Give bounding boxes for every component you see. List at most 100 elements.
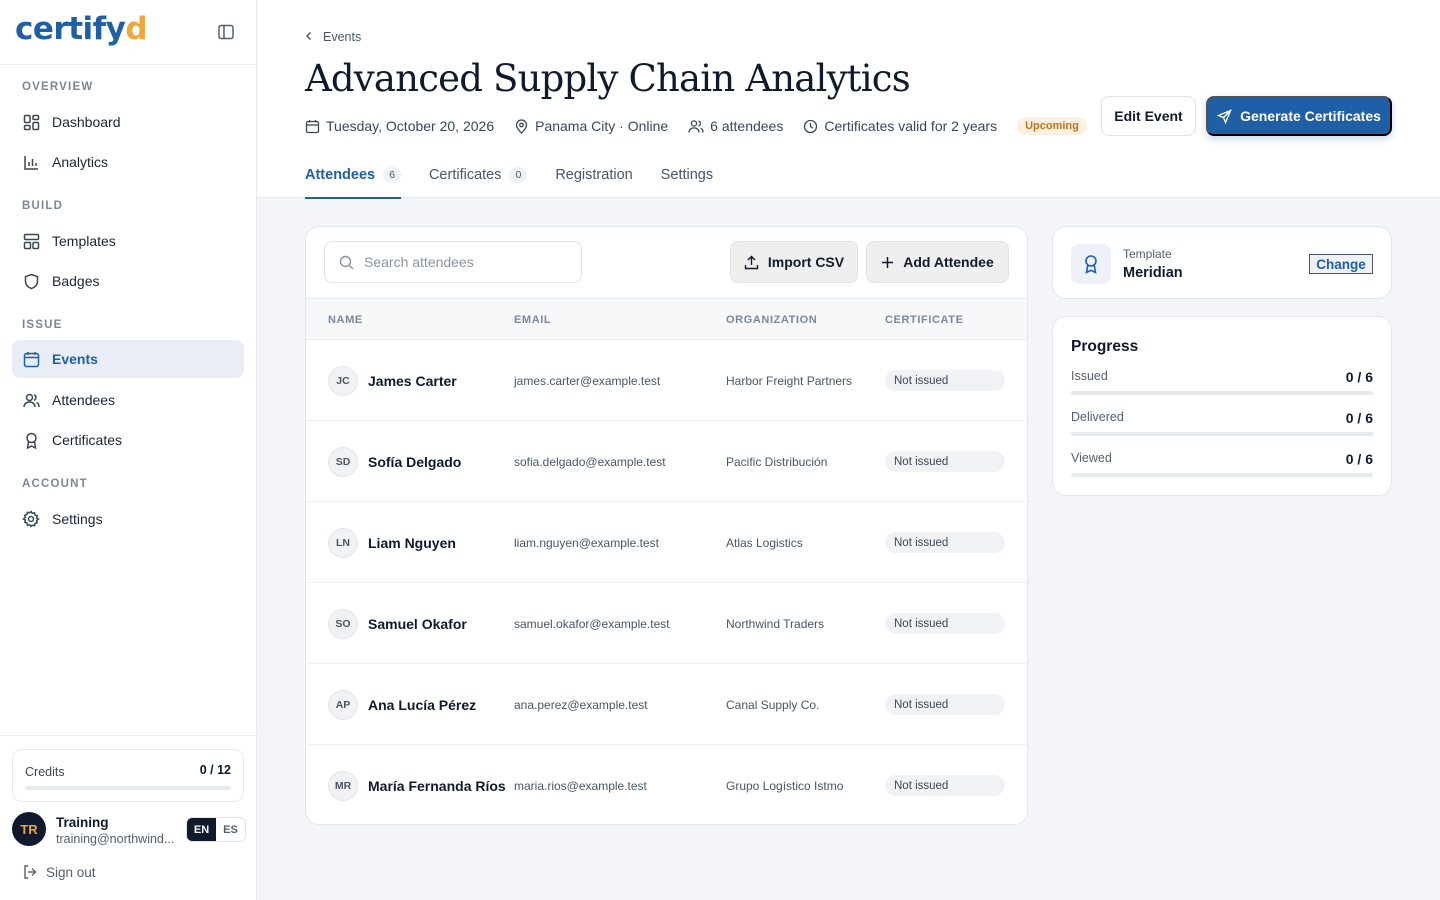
table-row[interactable]: SO Samuel Okafor samuel.okafor@example.t… bbox=[306, 583, 1027, 664]
certificate-status-badge: Not issued bbox=[885, 370, 1005, 391]
lang-es-button[interactable]: ES bbox=[216, 818, 245, 841]
tab-attendees[interactable]: Attendees 6 bbox=[305, 165, 401, 199]
template-card: Template Meridian Change bbox=[1052, 226, 1392, 299]
map-pin-icon bbox=[515, 118, 528, 134]
column-email[interactable]: EMAIL bbox=[514, 314, 551, 326]
sidebar-item-settings[interactable]: Settings bbox=[12, 500, 244, 538]
event-location-text: Panama City · Online bbox=[535, 118, 669, 134]
lang-en-button[interactable]: EN bbox=[187, 818, 216, 841]
search-input[interactable] bbox=[364, 254, 564, 270]
progress-label: Viewed bbox=[1071, 451, 1112, 465]
users-icon bbox=[688, 119, 704, 133]
sidebar-item-certificates[interactable]: Certificates bbox=[12, 421, 244, 459]
table-header: NAME EMAIL ORGANIZATION CERTIFICATE bbox=[306, 298, 1027, 340]
certificate-status-badge: Not issued bbox=[885, 694, 1005, 715]
attendee-name: James Carter bbox=[368, 373, 457, 389]
table-row[interactable]: MR María Fernanda Ríos maria.rios@exampl… bbox=[306, 745, 1027, 824]
column-name[interactable]: NAME bbox=[328, 314, 363, 326]
certificate-status-badge: Not issued bbox=[885, 613, 1005, 634]
breadcrumb-label: Events bbox=[323, 30, 362, 44]
analytics-icon bbox=[22, 153, 40, 171]
chevron-left-icon bbox=[305, 30, 313, 44]
event-attendees: 6 attendees bbox=[688, 118, 783, 134]
attendee-organization: Atlas Logistics bbox=[726, 536, 803, 550]
sidebar-item-label: Attendees bbox=[52, 392, 116, 408]
attendee-name: Samuel Okafor bbox=[368, 616, 467, 632]
sidebar-item-attendees[interactable]: Attendees bbox=[12, 381, 244, 419]
event-location: Panama City · Online bbox=[514, 118, 668, 134]
clock-icon bbox=[804, 119, 818, 133]
sidebar-item-label: Certificates bbox=[52, 432, 123, 448]
tab-settings[interactable]: Settings bbox=[661, 165, 713, 198]
attendee-email: ana.perez@example.test bbox=[514, 698, 648, 712]
sidebar-item-dashboard[interactable]: Dashboard bbox=[12, 103, 244, 141]
progress-bar bbox=[1071, 432, 1373, 436]
progress-label: Delivered bbox=[1071, 410, 1124, 424]
certificate-validity-text: Certificates valid for 2 years bbox=[824, 118, 998, 134]
import-csv-button[interactable]: Import CSV bbox=[730, 241, 858, 283]
tab-count: 6 bbox=[383, 167, 401, 183]
tab-registration[interactable]: Registration bbox=[555, 165, 632, 198]
logo-row: certifyd bbox=[0, 0, 256, 65]
tab-bar: Attendees 6 Certificates 0 Registration Se… bbox=[305, 165, 741, 199]
column-certificate[interactable]: CERTIFICATE bbox=[885, 314, 964, 326]
table-row[interactable]: LN Liam Nguyen liam.nguyen@example.test … bbox=[306, 502, 1027, 583]
status-badge: Upcoming bbox=[1017, 117, 1087, 135]
progress-bar bbox=[1071, 473, 1373, 477]
add-attendee-button[interactable]: Add Attendee bbox=[866, 241, 1009, 283]
table-row[interactable]: SD Sofía Delgado sofia.delgado@example.t… bbox=[306, 421, 1027, 502]
sidebar-toggle-icon[interactable] bbox=[217, 23, 235, 41]
attendee-organization: Canal Supply Co. bbox=[726, 698, 820, 712]
breadcrumb[interactable]: Events bbox=[305, 30, 361, 44]
change-template-button[interactable]: Change bbox=[1309, 254, 1373, 274]
tab-label: Certificates bbox=[428, 167, 502, 183]
credits-label: Credits bbox=[25, 765, 65, 779]
avatar[interactable]: TR bbox=[12, 812, 46, 846]
edit-event-button[interactable]: Edit Event bbox=[1101, 96, 1196, 136]
calendar-icon bbox=[305, 119, 320, 133]
sidebar-item-analytics[interactable]: Analytics bbox=[12, 143, 244, 181]
gear-icon bbox=[22, 510, 40, 528]
table-row[interactable]: AP Ana Lucía Pérez ana.perez@example.tes… bbox=[306, 664, 1027, 745]
template-label: Template bbox=[1123, 247, 1172, 261]
event-attendees-text: 6 attendees bbox=[710, 118, 784, 134]
tab-label: Attendees bbox=[305, 167, 376, 183]
page-title: Advanced Supply Chain Analytics bbox=[305, 57, 911, 100]
progress-value: 0 / 6 bbox=[1345, 410, 1373, 426]
sidebar: certifyd OVERVIEW Dashboard Analytics BU… bbox=[0, 0, 257, 900]
section-issue: ISSUE bbox=[22, 319, 63, 331]
sign-out-link[interactable]: Sign out bbox=[22, 864, 96, 880]
logo[interactable]: certifyd bbox=[15, 11, 148, 47]
sidebar-item-templates[interactable]: Templates bbox=[12, 222, 244, 260]
avatar: SO bbox=[328, 609, 358, 639]
attendee-name: Sofía Delgado bbox=[368, 454, 462, 470]
send-icon bbox=[1217, 108, 1232, 124]
sidebar-item-events[interactable]: Events bbox=[12, 340, 244, 378]
progress-card: Progress Issued 0 / 6 Delivered 0 / 6 Vi… bbox=[1052, 316, 1392, 496]
avatar: JC bbox=[328, 366, 358, 396]
progress-value: 0 / 6 bbox=[1345, 451, 1373, 467]
attendee-email: maria.rios@example.test bbox=[514, 779, 647, 793]
avatar: MR bbox=[328, 771, 358, 801]
attendee-organization: Grupo Logístico Istmo bbox=[726, 779, 844, 793]
sidebar-item-label: Badges bbox=[52, 273, 100, 289]
progress-viewed: Viewed 0 / 6 bbox=[1071, 451, 1373, 481]
templates-icon bbox=[22, 232, 40, 250]
sidebar-item-label: Settings bbox=[52, 511, 103, 527]
avatar: AP bbox=[328, 690, 358, 720]
attendee-email: samuel.okafor@example.test bbox=[514, 617, 670, 631]
sidebar-item-label: Events bbox=[52, 351, 98, 367]
logo-text: certify bbox=[15, 11, 126, 47]
sign-out-label: Sign out bbox=[46, 864, 96, 880]
table-row[interactable]: JC James Carter james.carter@example.tes… bbox=[306, 340, 1027, 421]
upload-icon bbox=[744, 255, 759, 269]
attendee-name: María Fernanda Ríos bbox=[368, 778, 506, 794]
generate-certificates-button[interactable]: Generate Certificates bbox=[1206, 96, 1392, 136]
attendee-name: Ana Lucía Pérez bbox=[368, 697, 477, 713]
sidebar-divider bbox=[0, 735, 257, 736]
search-box[interactable] bbox=[324, 241, 582, 283]
tab-certificates[interactable]: Certificates 0 bbox=[428, 165, 528, 198]
sidebar-item-badges[interactable]: Badges bbox=[12, 262, 244, 300]
column-organization[interactable]: ORGANIZATION bbox=[726, 314, 817, 326]
import-csv-label: Import CSV bbox=[767, 254, 845, 270]
